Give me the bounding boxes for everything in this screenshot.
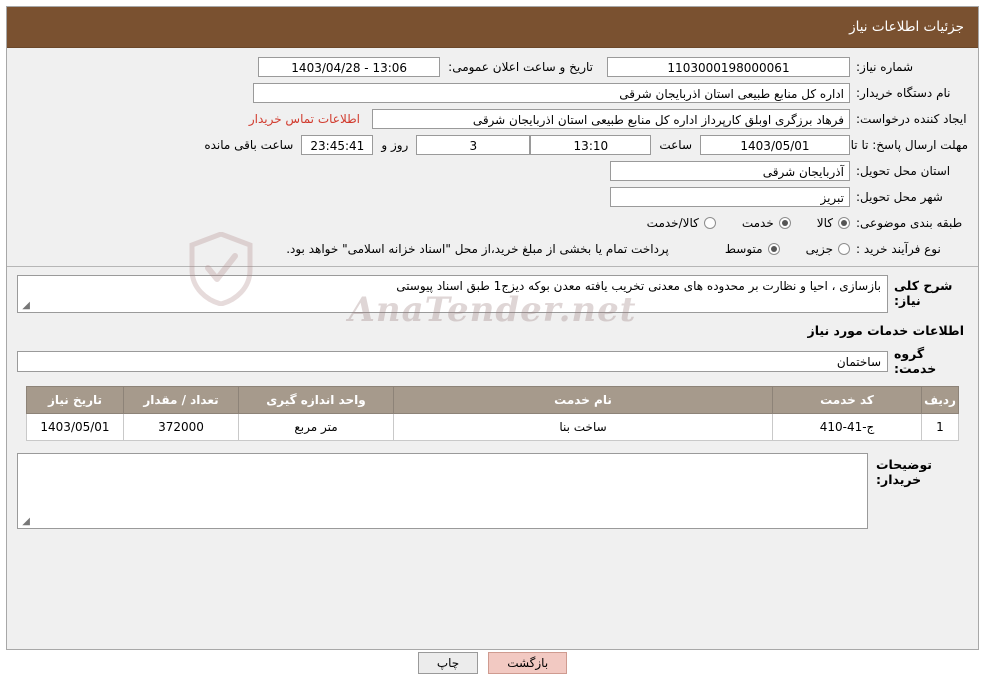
row-need-number: شماره نیاز: 1103000198000061 تاریخ و ساع… (7, 56, 978, 78)
cell-name: ساخت بنا (393, 413, 773, 441)
footer-buttons: بازگشت چاپ (0, 652, 985, 674)
row-buyer-notes: توضیحات خریدار: ◢ (17, 453, 968, 529)
deadline-label: مهلت ارسال پاسخ: تا تاریخ: (829, 138, 968, 152)
panel-header: جزئیات اطلاعات نیاز (7, 7, 978, 48)
table-header-unit: واحد اندازه گیری (238, 386, 394, 414)
purchase-option-motevaset[interactable]: متوسط (725, 242, 780, 256)
cell-code: ج-41-410 (772, 413, 922, 441)
page-title: جزئیات اطلاعات نیاز (849, 19, 964, 35)
need-number-field[interactable]: 1103000198000061 (607, 57, 850, 77)
category-label: طبقه بندی موضوعی: (856, 216, 963, 230)
purchase-type-label: نوع فرآیند خرید : (856, 242, 941, 256)
cell-date: 1403/05/01 (26, 413, 124, 441)
cell-qty: 372000 (123, 413, 239, 441)
category-option-label: کالا/خدمت (646, 216, 699, 230)
table-header-name: نام خدمت (393, 386, 773, 414)
table-header-qty: تعداد / مقدار (123, 386, 239, 414)
category-option-khedmat[interactable]: خدمت (742, 216, 791, 230)
cell-unit: متر مربع (238, 413, 394, 441)
purchase-type-radio-group: جزیی متوسط (699, 242, 850, 256)
radio-icon[interactable] (767, 243, 780, 255)
need-number-label: شماره نیاز: (856, 60, 913, 74)
purchase-option-jozi[interactable]: جزیی (806, 242, 850, 256)
days-label: روز و (381, 138, 409, 152)
row-creator: ایجاد کننده درخواست: فرهاد برزگری اوبلق … (7, 108, 978, 130)
summary-label: شرح کلی نیاز: (894, 278, 953, 308)
buyer-contact-link[interactable]: اطلاعات تماس خریدار (249, 112, 360, 126)
category-option-label: کالا (816, 216, 833, 230)
row-category: طبقه بندی موضوعی: کالا خدمت کالا/خدمت (7, 212, 978, 234)
purchase-option-label: جزیی (805, 242, 833, 256)
radio-icon[interactable] (778, 217, 791, 229)
row-summary: شرح کلی نیاز: بازسازی ، احیا و نظارت بر … (17, 275, 968, 313)
radio-icon[interactable] (838, 243, 850, 255)
back-button[interactable]: بازگشت (488, 652, 568, 674)
creator-label: ایجاد کننده درخواست: (856, 112, 967, 126)
purchase-note: پرداخت تمام یا بخشی از مبلغ خرید،از محل … (286, 242, 669, 256)
services-table: ردیف کد خدمت نام خدمت واحد اندازه گیری ت… (26, 386, 959, 441)
service-group-field[interactable]: ساختمان (17, 350, 888, 372)
city-field[interactable]: تبریز (610, 187, 850, 207)
row-province: استان محل تحویل: آذربایجان شرقی (7, 160, 978, 182)
resize-grip-icon[interactable]: ◢ (20, 517, 30, 527)
summary-text: بازسازی ، احیا و نظارت بر محدوده های معد… (396, 279, 881, 293)
row-deadline: مهلت ارسال پاسخ: تا تاریخ: 1403/05/01 سا… (7, 134, 978, 156)
province-field[interactable]: آذربایجان شرقی (610, 161, 850, 181)
creator-field[interactable]: فرهاد برزگری اوبلق کارپرداز اداره کل منا… (372, 109, 850, 129)
deadline-time-field[interactable]: 13:10 (530, 135, 652, 155)
table-header-row: ردیف کد خدمت نام خدمت واحد اندازه گیری ت… (26, 386, 959, 414)
category-option-kala[interactable]: کالا (817, 216, 850, 230)
service-group-label: گروه خدمت: (894, 346, 937, 376)
remaining-days-field[interactable]: 3 (416, 135, 531, 155)
resize-grip-icon[interactable]: ◢ (20, 301, 30, 311)
category-option-kala-khedmat[interactable]: کالا/خدمت (647, 216, 716, 230)
category-radio-group: کالا خدمت کالا/خدمت (621, 216, 850, 230)
category-option-label: خدمت (741, 216, 774, 230)
buyer-org-label: نام دستگاه خریدار: (856, 86, 951, 100)
row-purchase-type: نوع فرآیند خرید : جزیی متوسط پرداخت تمام… (7, 238, 978, 260)
buyer-org-field[interactable]: اداره کل منابع طبیعی استان اذربایجان شرق… (253, 83, 850, 103)
services-section-title: اطلاعات خدمات مورد نیاز (807, 323, 965, 338)
page-root: جزئیات اطلاعات نیاز شماره نیاز: 11030001… (0, 0, 985, 691)
deadline-date-field[interactable]: 1403/05/01 (700, 135, 850, 155)
remaining-time-field[interactable]: 23:45:41 (301, 135, 374, 155)
cell-radif: 1 (921, 413, 959, 441)
summary-textarea[interactable]: بازسازی ، احیا و نظارت بر محدوده های معد… (17, 275, 888, 313)
buyer-notes-textarea[interactable]: ◢ (17, 453, 868, 529)
table-header-radif: ردیف (921, 386, 959, 414)
row-service-group: گروه خدمت: ساختمان (17, 346, 968, 376)
buyer-notes-label: توضیحات خریدار: (876, 457, 932, 487)
print-button[interactable]: چاپ (417, 652, 479, 674)
section-divider (7, 266, 978, 267)
city-label: شهر محل تحویل: (856, 190, 943, 204)
radio-icon[interactable] (703, 217, 716, 229)
purchase-option-label: متوسط (724, 242, 763, 256)
need-form: شماره نیاز: 1103000198000061 تاریخ و ساع… (7, 48, 978, 267)
row-buyer-org: نام دستگاه خریدار: اداره کل منابع طبیعی … (7, 82, 978, 104)
announce-label: تاریخ و ساعت اعلان عمومی: (448, 60, 593, 74)
hour-label: ساعت (659, 138, 692, 152)
table-row: 1 ج-41-410 ساخت بنا متر مربع 372000 1403… (26, 413, 959, 441)
remaining-label: ساعت باقی مانده (204, 138, 294, 152)
radio-icon[interactable] (838, 217, 850, 229)
details-panel: جزئیات اطلاعات نیاز شماره نیاز: 11030001… (6, 6, 979, 650)
table-header-code: کد خدمت (772, 386, 922, 414)
province-label: استان محل تحویل: (856, 164, 951, 178)
need-details: شرح کلی نیاز: بازسازی ، احیا و نظارت بر … (7, 267, 978, 535)
announce-datetime-field[interactable]: 13:06 - 1403/04/28 (258, 57, 441, 77)
table-header-date: تاریخ نیاز (26, 386, 124, 414)
row-city: شهر محل تحویل: تبریز (7, 186, 978, 208)
